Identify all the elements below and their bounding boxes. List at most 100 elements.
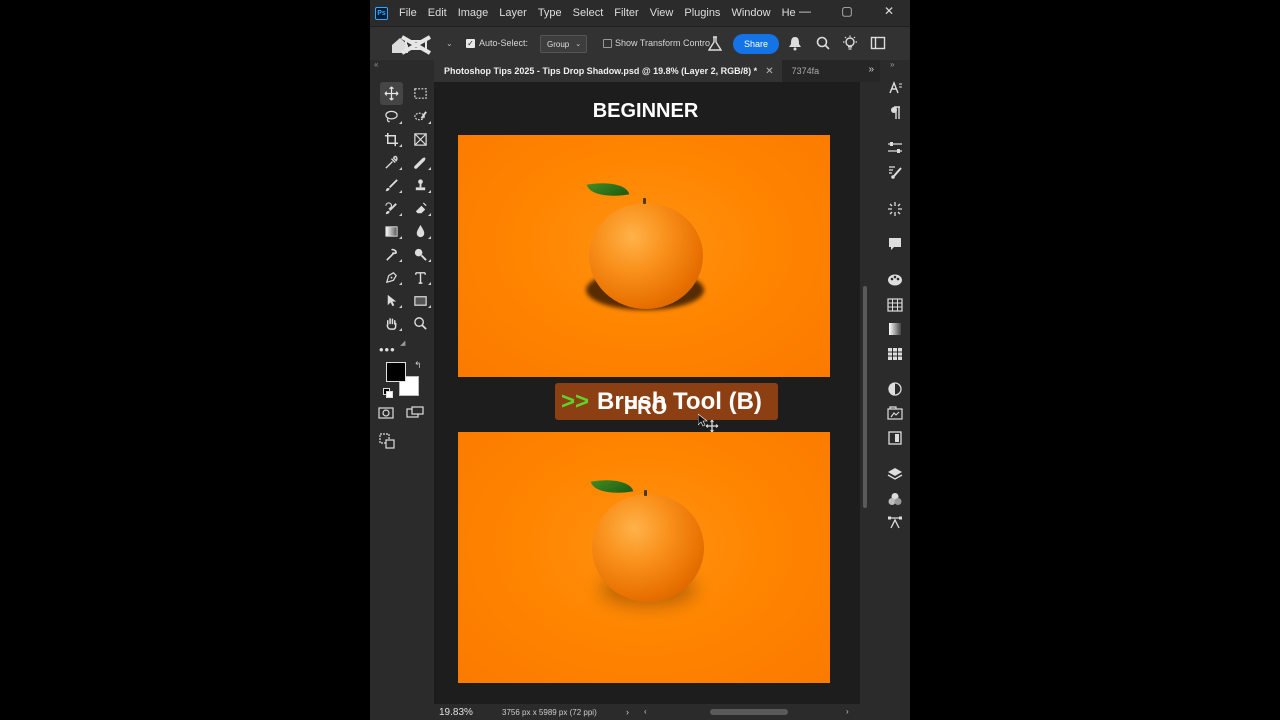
paragraph-icon[interactable]: [887, 105, 903, 121]
minimize-button[interactable]: —: [784, 0, 826, 22]
close-icon[interactable]: ✕: [765, 66, 773, 77]
menu-plugins[interactable]: Plugins: [684, 7, 720, 19]
adjustments-sliders-icon[interactable]: [887, 140, 903, 156]
eraser-icon: [415, 202, 427, 214]
move-tool[interactable]: [380, 82, 403, 105]
horizontal-scroll-thumb[interactable]: [710, 709, 788, 715]
options-bar-icons: [786, 35, 886, 51]
spot-healing-tool[interactable]: [406, 151, 435, 174]
search-icon[interactable]: [816, 35, 830, 51]
window-controls: — ▢ ✕: [784, 0, 910, 26]
menu-image[interactable]: Image: [458, 7, 489, 19]
gradient-tool[interactable]: [377, 220, 406, 243]
dodge-tool[interactable]: [406, 243, 435, 266]
menu-edit[interactable]: Edit: [428, 7, 447, 19]
crop-tool[interactable]: [377, 128, 406, 151]
swatches-grid-icon[interactable]: [887, 297, 903, 313]
blur-tool[interactable]: [406, 220, 435, 243]
menu-layer[interactable]: Layer: [499, 7, 527, 19]
brush-settings-icon[interactable]: [887, 164, 903, 180]
orange-leaf: [590, 474, 634, 499]
eyedropper-icon: [385, 155, 398, 169]
auto-select-label: Auto-Select:: [479, 38, 529, 48]
gradients-panel-icon[interactable]: [887, 321, 903, 337]
pen-tool[interactable]: [377, 266, 406, 289]
vertical-scroll-thumb[interactable]: [863, 286, 867, 508]
path-selection-tool[interactable]: [377, 289, 406, 312]
options-bar: ⌄ ✓ Auto-Select: Group ⌄ Show Transform …: [370, 26, 910, 60]
lightbulb-icon[interactable]: [842, 35, 858, 51]
clone-stamp-tool[interactable]: [406, 174, 435, 197]
show-transform-controls-label: Show Transform Contro: [615, 38, 711, 48]
comments-icon[interactable]: [887, 236, 903, 252]
libraries-icon[interactable]: [887, 405, 903, 421]
quick-selection-tool[interactable]: [406, 105, 435, 128]
type-tool[interactable]: [406, 266, 435, 289]
properties-icon[interactable]: [887, 430, 903, 446]
brush-tool[interactable]: [377, 174, 406, 197]
expand-panels-icon[interactable]: »: [890, 60, 894, 69]
tab-overflow-icon[interactable]: »: [868, 64, 874, 75]
zoom-tool[interactable]: [406, 312, 435, 335]
history-brush-tool[interactable]: [377, 197, 406, 220]
marquee-tool[interactable]: [406, 82, 435, 105]
close-window-button[interactable]: ✕: [868, 0, 910, 22]
tool-preset-chevron-icon[interactable]: ⌄: [446, 39, 453, 48]
document-tab-title: Photoshop Tips 2025 - Tips Drop Shadow.p…: [444, 66, 758, 76]
document-tab-2[interactable]: 7374fa: [792, 66, 820, 76]
channels-icon[interactable]: [887, 491, 903, 507]
rectangle-tool[interactable]: [406, 289, 435, 312]
auto-select-target-dropdown[interactable]: Group ⌄: [540, 35, 587, 53]
orange-stem: [644, 490, 647, 496]
zoom-level-field[interactable]: 19.83%: [439, 707, 473, 718]
swap-colors-icon[interactable]: ↰: [414, 360, 422, 371]
bell-icon[interactable]: [786, 35, 804, 51]
stamp-icon: [415, 179, 426, 191]
flask-icon[interactable]: [708, 36, 722, 52]
marquee-icon: [414, 88, 427, 99]
layers-icon[interactable]: [887, 466, 903, 482]
paths-icon[interactable]: [887, 515, 903, 531]
canvas-vertical-scrollbar[interactable]: [860, 82, 880, 704]
status-bar: 19.83% 3756 px x 5989 px (72 ppi) › ‹ ›: [434, 704, 880, 720]
share-button[interactable]: Share: [733, 34, 779, 54]
artboard-share-icon[interactable]: [379, 433, 395, 449]
default-colors-icon[interactable]: [383, 388, 393, 398]
workspace-icon[interactable]: [870, 35, 886, 51]
smudge-tool[interactable]: [377, 243, 406, 266]
home-icon[interactable]: [386, 32, 434, 58]
chevron-down-icon: ⌄: [575, 41, 582, 48]
heading-pro: PRO: [623, 397, 668, 419]
menu-filter[interactable]: Filter: [614, 7, 638, 19]
scroll-right-icon[interactable]: ›: [846, 707, 849, 716]
sparkle-icon[interactable]: [887, 201, 903, 217]
quick-mask-icon[interactable]: [378, 406, 394, 420]
patterns-icon[interactable]: [887, 346, 903, 362]
lasso-tool[interactable]: [377, 105, 406, 128]
menu-view[interactable]: View: [650, 7, 674, 19]
scroll-left-icon[interactable]: ‹: [644, 707, 647, 716]
auto-select-checkbox[interactable]: ✓: [466, 39, 475, 48]
hand-tool[interactable]: [377, 312, 406, 335]
menu-window[interactable]: Window: [731, 7, 770, 19]
screen-mode-icon[interactable]: [406, 406, 424, 420]
menu-type[interactable]: Type: [538, 7, 562, 19]
orange-stem: [643, 198, 646, 204]
tools-panel: « ••• ◢ ↰: [370, 60, 431, 720]
foreground-color-swatch[interactable]: [386, 362, 406, 382]
character-icon[interactable]: [887, 80, 903, 96]
menu-select[interactable]: Select: [573, 7, 604, 19]
color-palette-icon[interactable]: [887, 272, 903, 288]
eraser-tool[interactable]: [406, 197, 435, 220]
menu-file[interactable]: File: [399, 7, 417, 19]
canvas-area[interactable]: BEGINNER >> Brush Tool (B) PRO: [434, 82, 860, 704]
status-menu-chevron-icon[interactable]: ›: [626, 707, 629, 717]
edit-toolbar-button[interactable]: •••: [379, 342, 396, 357]
eyedropper-tool[interactable]: [377, 151, 406, 174]
document-tab-active[interactable]: Photoshop Tips 2025 - Tips Drop Shadow.p…: [434, 60, 782, 82]
show-transform-controls-checkbox[interactable]: [603, 39, 612, 48]
frame-tool[interactable]: [406, 128, 435, 151]
adjustments-circle-icon[interactable]: [887, 381, 903, 397]
collapse-panel-icon[interactable]: «: [374, 60, 378, 69]
restore-button[interactable]: ▢: [826, 0, 868, 22]
